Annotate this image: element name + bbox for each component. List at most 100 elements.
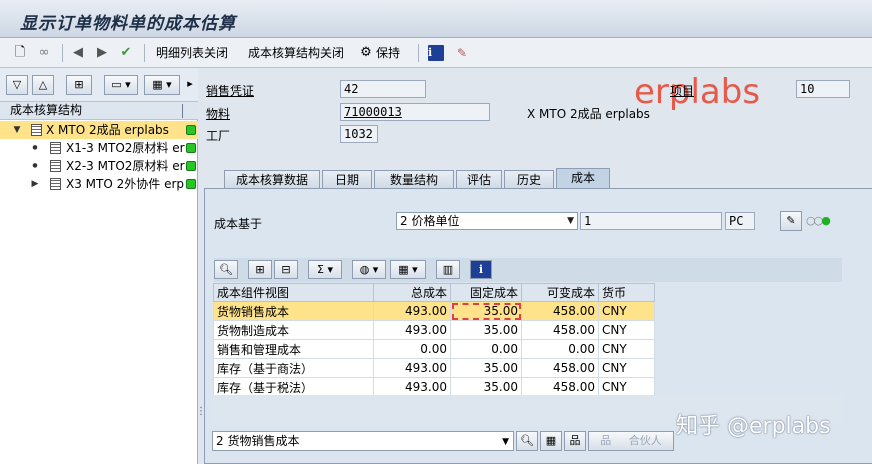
- cell-currency[interactable]: CNY: [598, 301, 655, 321]
- cell-variable[interactable]: 458.00: [521, 301, 599, 321]
- column-header[interactable]: 货币: [598, 283, 655, 302]
- detail-list-close-button[interactable]: 明细列表关闭: [156, 43, 228, 63]
- sum-icon[interactable]: Σ ▾: [308, 260, 342, 279]
- table-row[interactable]: 库存（基于税法） 493.00 35.00 458.00 CNY: [213, 377, 655, 397]
- cell-variable[interactable]: 458.00: [521, 377, 599, 397]
- tab-costing-data[interactable]: 成本核算数据: [224, 170, 320, 189]
- cost-component-table: 成本组件视图 总成本 固定成本 可变成本 货币 货物销售成本 493.00 35…: [213, 283, 655, 397]
- cell-view[interactable]: 销售和管理成本: [213, 339, 374, 359]
- more-arrow-icon[interactable]: ▸: [184, 75, 196, 95]
- cell-view[interactable]: 货物制造成本: [213, 320, 374, 340]
- tree-item-label: X2-3 MTO2原材料 er: [66, 159, 185, 173]
- costing-item-icon: [50, 142, 61, 154]
- tab-quantity-structure[interactable]: 数量结构: [374, 170, 454, 189]
- cell-total[interactable]: 0.00: [373, 339, 451, 359]
- tree-item[interactable]: ▼ X MTO 2成品 erplabs: [0, 121, 198, 139]
- table-row[interactable]: 货物销售成本 493.00 35.00 458.00 CNY: [213, 301, 655, 321]
- column-header[interactable]: 可变成本: [521, 283, 599, 302]
- dropdown-arrow-icon[interactable]: ▼: [502, 433, 509, 451]
- plant-field[interactable]: 1032: [340, 125, 378, 143]
- quantity-field[interactable]: 1: [580, 212, 722, 230]
- partner-button-label: 合伙人: [628, 434, 662, 447]
- info-icon[interactable]: i: [428, 45, 444, 61]
- collapse-icon[interactable]: △: [32, 75, 54, 95]
- costing-structure-close-button[interactable]: 成本核算结构关闭: [248, 43, 344, 63]
- column-header[interactable]: 总成本: [373, 283, 451, 302]
- layout-icon[interactable]: ▦ ▾: [390, 260, 426, 279]
- tree-item[interactable]: ● X1-3 MTO2原材料 er: [0, 139, 198, 157]
- export-icon[interactable]: ◍ ▾: [352, 260, 386, 279]
- tree-item-label: X1-3 MTO2原材料 er: [66, 141, 185, 155]
- cell-currency[interactable]: CNY: [598, 377, 655, 397]
- cell-currency[interactable]: CNY: [598, 358, 655, 378]
- expand-icon[interactable]: ▽: [6, 75, 28, 95]
- tree-item[interactable]: ▶ X3 MTO 2外协件 erp: [0, 175, 198, 193]
- keep-icon[interactable]: ⚙: [356, 43, 376, 63]
- unit-field[interactable]: PC: [725, 212, 755, 230]
- settings-icon[interactable]: ✎: [780, 211, 802, 231]
- next-icon[interactable]: ▶: [92, 43, 112, 63]
- column-header[interactable]: 成本组件视图: [213, 283, 374, 302]
- table-row[interactable]: 货物制造成本 493.00 35.00 458.00 CNY: [213, 320, 655, 340]
- cell-view[interactable]: 库存（基于税法）: [213, 377, 374, 397]
- keep-button[interactable]: 保持: [376, 43, 400, 63]
- status-led-icon: [186, 143, 196, 153]
- tree-toolbar: ▽ △ ⊞ ▭ ▾ ▦ ▾ ▸: [0, 68, 198, 102]
- bullet-icon: ●: [32, 162, 38, 169]
- column-header[interactable]: 固定成本: [450, 283, 522, 302]
- sales-document-field[interactable]: 42: [340, 80, 426, 98]
- info-icon[interactable]: i: [470, 260, 492, 279]
- dropdown-arrow-icon[interactable]: ▼: [567, 213, 574, 229]
- item-label: 项目: [670, 84, 695, 98]
- expand-arrow-icon[interactable]: ▶: [30, 175, 40, 193]
- chart-icon[interactable]: ▥: [436, 260, 460, 279]
- cell-total[interactable]: 493.00: [373, 377, 451, 397]
- print-icon[interactable]: ▭ ▾: [104, 75, 138, 95]
- tab-history[interactable]: 历史: [504, 170, 554, 189]
- cell-total[interactable]: 493.00: [373, 358, 451, 378]
- tree-item[interactable]: ● X2-3 MTO2原材料 er: [0, 157, 198, 175]
- cell-fixed[interactable]: 35.00: [450, 320, 522, 340]
- hierarchy-icon[interactable]: 品: [564, 431, 586, 451]
- check-icon[interactable]: ✔: [116, 43, 136, 63]
- table-row[interactable]: 库存（基于商法） 493.00 35.00 458.00 CNY: [213, 358, 655, 378]
- table-row[interactable]: 销售和管理成本 0.00 0.00 0.00 CNY: [213, 339, 655, 359]
- cell-variable[interactable]: 458.00: [521, 320, 599, 340]
- cell-currency[interactable]: CNY: [598, 320, 655, 340]
- previous-icon[interactable]: ◀: [68, 43, 88, 63]
- source-watermark: 知乎 @erplabs: [676, 414, 831, 439]
- details-icon[interactable]: 🔍︎: [214, 260, 238, 279]
- cell-view[interactable]: 货物销售成本: [213, 301, 374, 321]
- tab-costs[interactable]: 成本: [556, 168, 610, 189]
- cost-view-dropdown[interactable]: 2 货物销售成本 ▼: [212, 431, 514, 451]
- tab-dates[interactable]: 日期: [322, 170, 372, 189]
- find-icon[interactable]: ⊞: [248, 260, 272, 279]
- layout-icon[interactable]: ▦ ▾: [144, 75, 180, 95]
- toolbar-separator: [418, 44, 419, 62]
- column-splitter[interactable]: [182, 104, 183, 118]
- cell-fixed[interactable]: 35.00: [450, 377, 522, 397]
- item-field[interactable]: 10: [796, 80, 850, 98]
- new-document-icon[interactable]: 🗋: [10, 43, 30, 63]
- cell-fixed[interactable]: 0.00: [450, 339, 522, 359]
- cell-variable[interactable]: 458.00: [521, 358, 599, 378]
- material-field[interactable]: 71000013: [340, 103, 490, 121]
- expand-arrow-icon[interactable]: ▼: [12, 121, 22, 139]
- cell-view[interactable]: 库存（基于商法）: [213, 358, 374, 378]
- cell-fixed[interactable]: 35.00: [450, 301, 522, 321]
- cell-currency[interactable]: CNY: [598, 339, 655, 359]
- cell-variable[interactable]: 0.00: [521, 339, 599, 359]
- details-icon[interactable]: 🔍︎: [516, 431, 538, 451]
- find-next-icon[interactable]: ⊟: [274, 260, 298, 279]
- cost-basis-dropdown[interactable]: 2 价格单位 ▼: [396, 212, 578, 230]
- partner-button[interactable]: 品 合伙人: [588, 431, 674, 451]
- settings-icon[interactable]: ✎: [452, 43, 472, 63]
- toolbar-separator: [144, 44, 145, 62]
- cell-total[interactable]: 493.00: [373, 301, 451, 321]
- find-icon[interactable]: ⊞: [66, 75, 92, 95]
- glasses-icon[interactable]: ∞: [34, 43, 54, 63]
- cell-total[interactable]: 493.00: [373, 320, 451, 340]
- cell-fixed[interactable]: 35.00: [450, 358, 522, 378]
- table-icon[interactable]: ▦: [540, 431, 562, 451]
- tab-valuation[interactable]: 评估: [456, 170, 502, 189]
